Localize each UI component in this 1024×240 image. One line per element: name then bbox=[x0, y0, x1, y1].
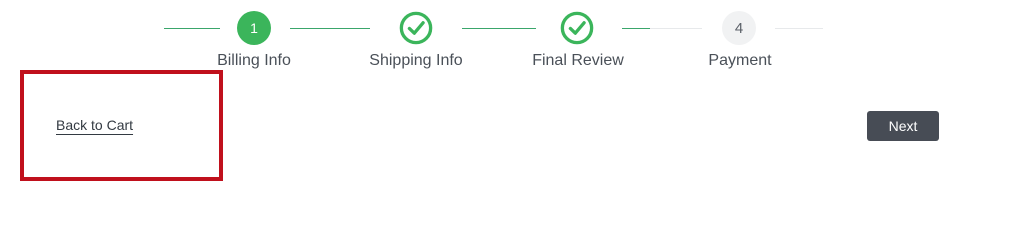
back-to-cart-link[interactable]: Back to Cart bbox=[56, 117, 133, 133]
step-3-label: Final Review bbox=[532, 52, 624, 69]
step-1-label: Billing Info bbox=[217, 52, 291, 69]
step-4-number: 4 bbox=[734, 19, 744, 37]
step-4-label: Payment bbox=[708, 52, 772, 69]
stepper-connector bbox=[290, 28, 370, 29]
check-circle-icon bbox=[560, 11, 594, 45]
check-circle-icon bbox=[399, 11, 433, 45]
stepper-connector bbox=[650, 28, 702, 29]
step-3-indicator[interactable] bbox=[560, 11, 594, 45]
step-2-label: Shipping Info bbox=[369, 52, 463, 69]
checkout-stepper: 1 Billing Info Shipping Info Final Revie… bbox=[0, 0, 1024, 80]
step-2-indicator[interactable] bbox=[399, 11, 433, 45]
step-1-indicator[interactable]: 1 bbox=[237, 11, 271, 45]
step-1-number: 1 bbox=[250, 20, 258, 36]
stepper-connector bbox=[164, 28, 220, 29]
stepper-connector bbox=[462, 28, 536, 29]
step-4-indicator[interactable]: 4 bbox=[722, 11, 756, 45]
stepper-connector bbox=[622, 28, 650, 29]
stepper-connector bbox=[775, 28, 823, 29]
next-button[interactable]: Next bbox=[867, 111, 939, 141]
